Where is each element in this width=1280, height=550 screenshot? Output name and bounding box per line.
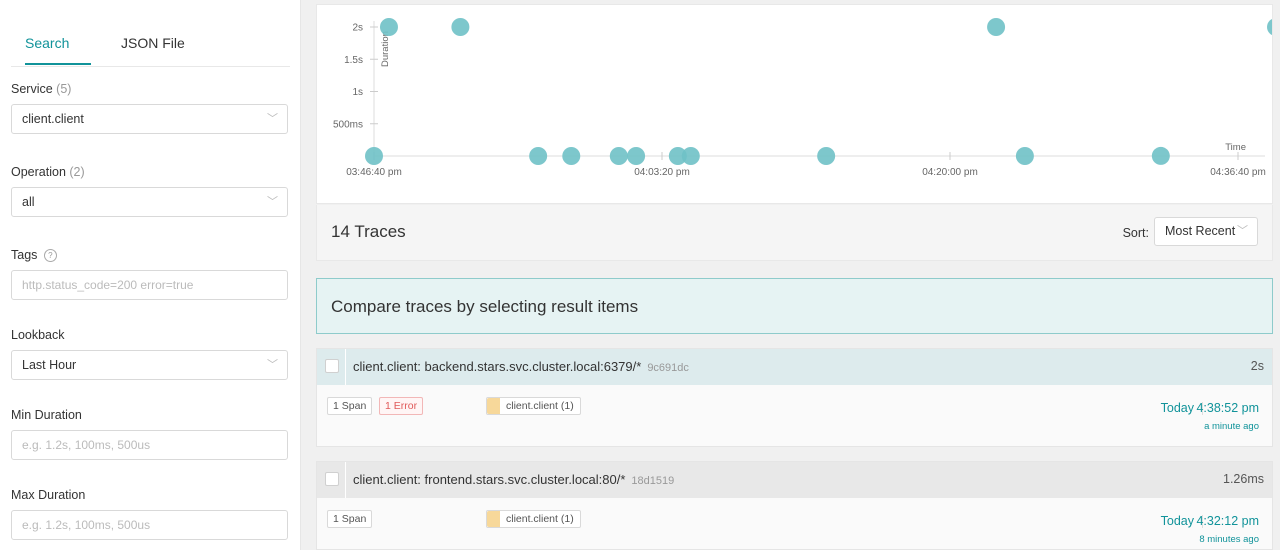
error-count-badge: 1 Error [379,397,424,415]
service-tag: client.client (1) [486,397,581,415]
sort-select-value: Most Recent [1165,224,1236,238]
compare-banner: Compare traces by selecting result items [316,278,1273,334]
chevron-down-icon: ﹀ [1237,225,1248,237]
trace-title[interactable]: client.client: backend.stars.svc.cluster… [353,359,689,374]
min-duration-input[interactable]: e.g. 1.2s, 100ms, 500us [11,430,288,460]
trace-item[interactable]: client.client: frontend.stars.svc.cluste… [316,461,1273,550]
scatter-point [627,147,646,165]
search-sidebar: Search JSON File Service (5) client.clie… [0,0,301,550]
trace-item-header[interactable]: client.client: backend.stars.svc.cluster… [317,349,1272,385]
operation-select-value: all [22,195,35,209]
scatter-point [817,147,836,165]
header-divider [345,349,346,385]
trace-time: 4:38:52 pm [1196,401,1259,415]
lookback-select[interactable]: Last Hour ﹀ [11,350,288,380]
service-label: Service (5) [11,82,71,96]
scatter-point [365,147,383,165]
scatter-point [379,18,398,36]
header-divider [345,462,346,498]
trace-id: 9c691dc [647,362,689,374]
service-tag-label: client.client (1) [506,513,574,525]
service-color-swatch [487,511,500,527]
trace-duration: 2s [1250,359,1264,373]
tags-input[interactable]: http.status_code=200 error=true [11,270,288,300]
y-tick-label: 1.5s [344,55,363,66]
trace-time: 4:32:12 pm [1196,514,1259,528]
x-axis-label: Time [1225,142,1246,153]
max-duration-label: Max Duration [11,488,86,502]
scatter-point [609,147,628,165]
min-duration-placeholder: e.g. 1.2s, 100ms, 500us [22,438,151,452]
scatter-point [529,147,548,165]
search-tabs: Search JSON File [11,24,290,67]
trace-date: Today [1160,401,1194,415]
tags-label-text: Tags [11,248,38,262]
tab-search[interactable]: Search [25,35,69,51]
scatter-plot: 2s 1.5s 1s 500ms 03:46:40 pm 04:03:20 pm 04:20… [333,18,1272,178]
service-select[interactable]: client.client ﹀ [11,104,288,134]
trace-relative-time: 8 minutes ago [1199,534,1259,545]
lookback-label: Lookback [11,328,65,342]
span-count-badge: 1 Span [327,397,373,415]
tags-label: Tags ? [11,248,57,263]
y-tick-label: 1s [352,87,363,98]
x-tick-label: 04:20:00 pm [922,167,978,178]
operation-select[interactable]: all ﹀ [11,187,288,217]
trace-title[interactable]: client.client: frontend.stars.svc.cluste… [353,472,674,487]
service-label-text: Service [11,82,53,96]
trace-count: 14 Traces [331,222,406,241]
trace-relative-time: a minute ago [1204,421,1259,432]
x-tick-label: 04:03:20 pm [634,167,690,178]
trace-title-text: client.client: frontend.stars.svc.cluste… [353,472,626,487]
service-count: (5) [56,82,72,96]
trace-item-header[interactable]: client.client: frontend.stars.svc.cluste… [317,462,1272,498]
trace-scatter-chart: 2s 1.5s 1s 500ms 03:46:40 pm 04:03:20 pm 04:20… [316,4,1273,204]
trace-title-text: client.client: backend.stars.svc.cluster… [353,359,642,374]
tags-input-placeholder: http.status_code=200 error=true [22,278,194,292]
y-axis-label: Duration [380,31,391,67]
lookback-select-value: Last Hour [22,358,77,372]
question-circle-icon[interactable]: ? [43,249,57,263]
sort-label: Sort: [1122,226,1149,240]
tab-json-file[interactable]: JSON File [121,35,185,51]
chevron-down-icon: ﹀ [267,359,278,371]
trace-id: 18d1519 [631,475,675,487]
x-tick-label: 03:46:40 pm [346,167,402,178]
active-tab-indicator [25,63,91,65]
service-color-swatch [487,398,500,414]
chevron-down-icon: ﹀ [267,113,278,125]
sort-select[interactable]: Most Recent ﹀ [1154,217,1258,246]
results-header: 14 Traces Sort: Most Recent ﹀ [316,205,1273,261]
scatter-point [681,147,700,165]
trace-date: Today [1160,514,1194,528]
checkbox-icon[interactable] [325,359,339,373]
operation-label-text: Operation [11,165,66,179]
trace-duration: 1.26ms [1223,472,1264,486]
scatter-point [1267,18,1272,36]
scatter-point [1015,147,1034,165]
trace-item[interactable]: client.client: backend.stars.svc.cluster… [316,348,1273,447]
scatter-point [451,18,470,36]
operation-count: (2) [69,165,85,179]
service-tag-label: client.client (1) [506,400,574,412]
chevron-down-icon: ﹀ [267,196,278,208]
min-duration-label: Min Duration [11,408,82,422]
compare-banner-text: Compare traces by selecting result items [331,297,639,316]
service-select-value: client.client [22,112,84,126]
scatter-point [1151,146,1170,165]
scatter-point [987,18,1006,36]
span-count-badge: 1 Span [327,510,373,528]
max-duration-placeholder: e.g. 1.2s, 100ms, 500us [22,518,151,532]
service-tag: client.client (1) [486,510,581,528]
y-tick-label: 500ms [333,119,363,130]
max-duration-input[interactable]: e.g. 1.2s, 100ms, 500us [11,510,288,540]
checkbox-icon[interactable] [325,472,339,486]
y-tick-label: 2s [352,23,363,34]
scatter-point [562,147,581,165]
operation-label: Operation (2) [11,165,85,179]
x-tick-label: 04:36:40 pm [1210,167,1266,178]
